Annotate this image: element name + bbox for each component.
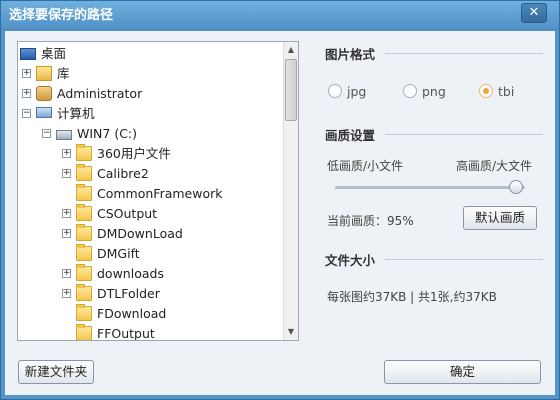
tree-item[interactable]: + downloads [18, 264, 283, 284]
tree-item[interactable]: 桌面 [18, 44, 283, 64]
tree-item[interactable]: + CSOutput [18, 204, 283, 224]
tree-item-label: 360用户文件 [97, 146, 171, 161]
folder-icon [76, 324, 92, 340]
tree-item-label: downloads [97, 266, 164, 281]
tree-item-label: 计算机 [57, 106, 95, 121]
tree-item[interactable]: CommonFramework [18, 184, 283, 204]
user-icon [36, 86, 52, 101]
tree-item[interactable]: + DMDownLoad [18, 224, 283, 244]
scroll-down-icon[interactable]: ▼ [284, 325, 298, 339]
quality-divider [385, 134, 543, 135]
format-radio-png[interactable] [403, 84, 417, 98]
drive-icon [56, 130, 72, 140]
collapse-icon[interactable]: − [42, 129, 51, 138]
expand-icon[interactable]: + [62, 289, 71, 298]
format-radio-tbi[interactable] [479, 84, 493, 98]
tree-item-label: 桌面 [41, 46, 67, 61]
folder-icon [76, 164, 92, 181]
folder-icon [76, 224, 92, 241]
dialog-title: 选择要保存的路径 [1, 1, 559, 31]
tree-item-label: DMDownLoad [97, 226, 183, 241]
expand-icon[interactable]: + [62, 269, 71, 278]
folder-icon [76, 184, 92, 201]
quality-slider-thumb[interactable] [508, 180, 523, 194]
format-label-tbi: tbi [498, 84, 515, 99]
library-icon [36, 66, 52, 81]
tree-item[interactable]: + 库 [18, 64, 283, 84]
tree-item[interactable]: + Administrator [18, 84, 283, 104]
expand-icon[interactable]: + [62, 149, 71, 158]
tree-item[interactable]: + Calibre2 [18, 164, 283, 184]
format-section-title: 图片格式 [325, 47, 376, 62]
expand-icon[interactable]: + [62, 229, 71, 238]
tree-item[interactable]: +360用户文件 [18, 144, 283, 164]
close-icon: ✕ [528, 5, 540, 20]
tree-item-label: CSOutput [97, 206, 158, 221]
tree-item[interactable]: − WIN7 (C:) [18, 124, 283, 144]
tree-item-label: FFOutput [97, 326, 155, 341]
tree-scrollbar[interactable]: ▲ ▼ [283, 42, 298, 340]
expand-icon[interactable]: + [62, 209, 71, 218]
tree-item[interactable]: + DTLFolder [18, 284, 283, 304]
new-folder-button[interactable]: 新建文件夹 [18, 360, 94, 384]
tree-item-label: DMGift [97, 246, 140, 261]
low-quality-label: 低画质/小文件 [327, 159, 404, 173]
tree-item-label: WIN7 (C:) [77, 126, 138, 141]
ok-button[interactable]: 确定 [384, 360, 541, 384]
format-label-png: png [422, 84, 446, 99]
folder-icon [76, 144, 92, 161]
close-button[interactable]: ✕ [521, 3, 547, 23]
default-quality-button[interactable]: 默认画质 [463, 206, 537, 230]
scroll-up-icon[interactable]: ▲ [284, 43, 298, 57]
folder-icon [76, 204, 92, 221]
current-quality-text: 当前画质：95% [327, 214, 414, 228]
expand-icon[interactable]: + [62, 169, 71, 178]
folder-tree[interactable]: 桌面 + 库 + Administrator − 计算机 − WIN7 (C:) +360用户文件… [17, 41, 299, 341]
filesize-divider [385, 259, 543, 260]
tree-item[interactable]: FFOutput [18, 324, 283, 341]
tree-item-label: DTLFolder [97, 286, 160, 301]
tree-item[interactable]: − 计算机 [18, 104, 283, 124]
format-divider [385, 53, 543, 54]
tree-item[interactable]: DMGift [18, 244, 283, 264]
tree-item-label: CommonFramework [97, 186, 223, 201]
tree-item[interactable]: FDownload [18, 304, 283, 324]
folder-icon [76, 264, 92, 281]
filesize-info: 每张图约37KB | 共1张,约37KB [327, 290, 497, 304]
folder-icon [76, 304, 92, 321]
dialog-body: 桌面 + 库 + Administrator − 计算机 − WIN7 (C:) +360用户文件… [5, 31, 555, 395]
folder-icon [76, 284, 92, 301]
folder-icon [76, 244, 92, 261]
high-quality-label: 高画质/大文件 [456, 159, 533, 173]
quality-section-title: 画质设置 [325, 128, 376, 143]
format-radio-jpg[interactable] [328, 84, 342, 98]
tree-item-label: Administrator [57, 86, 143, 101]
tree-item-label: FDownload [97, 306, 167, 321]
quality-slider-track[interactable] [335, 186, 525, 189]
desktop-icon [20, 48, 36, 60]
collapse-icon[interactable]: − [22, 109, 31, 118]
save-path-dialog: 选择要保存的路径 ✕ 桌面 + 库 + Administrator − 计算机 − WIN7 (… [0, 0, 560, 400]
filesize-section-title: 文件大小 [325, 253, 376, 268]
computer-icon [36, 107, 52, 118]
format-label-jpg: jpg [347, 84, 367, 99]
tree-item-label: Calibre2 [97, 166, 149, 181]
expand-icon[interactable]: + [22, 89, 31, 98]
expand-icon[interactable]: + [22, 69, 31, 78]
scrollbar-thumb[interactable] [285, 59, 297, 121]
tree-item-label: 库 [57, 66, 70, 81]
